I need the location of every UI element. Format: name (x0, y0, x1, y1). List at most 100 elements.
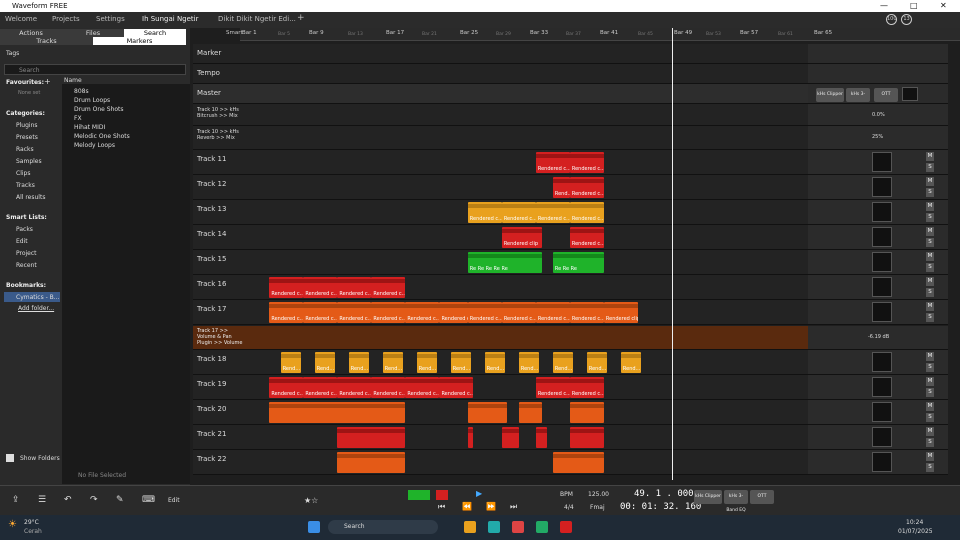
audio-clip[interactable]: Rendered c... (371, 377, 406, 398)
tempo-track[interactable]: Tempo (193, 64, 808, 84)
category-plugins[interactable]: Plugins (16, 122, 38, 129)
forward-icon[interactable]: ⏩ (486, 502, 496, 511)
audio-clip[interactable]: Rendered c... (535, 377, 570, 398)
audio-clip[interactable]: Rend... (620, 352, 641, 373)
audio-clip[interactable] (569, 402, 604, 423)
audio-clip[interactable]: Rendered c... (405, 302, 440, 323)
menu-icon[interactable]: ☰ (38, 495, 46, 505)
segment-search[interactable]: Search (124, 29, 186, 37)
bookmark-cymatics[interactable]: Cymatics - B... (4, 292, 60, 302)
minimize-button[interactable]: — (880, 1, 888, 10)
mute-button[interactable]: M (926, 227, 934, 236)
key-signature[interactable]: Fmaj (590, 504, 605, 511)
solo-button[interactable]: S (926, 313, 934, 322)
audio-clip[interactable] (337, 427, 406, 448)
audio-clip[interactable]: Rendered c... (371, 277, 406, 298)
audio-clip[interactable] (552, 452, 604, 473)
smart-list-project[interactable]: Project (16, 250, 37, 257)
folder-item[interactable]: FX (74, 115, 82, 122)
solo-button[interactable]: S (926, 238, 934, 247)
segment-tracks[interactable]: Tracks (0, 37, 93, 45)
audio-clip[interactable]: Rendered c... (569, 202, 604, 223)
track-row[interactable]: Track 19 Rendered c... Rendered c... Render… (193, 375, 808, 400)
audio-clip[interactable]: Rend... (552, 177, 570, 198)
mute-button[interactable]: M (926, 252, 934, 261)
solo-button[interactable]: S (926, 188, 934, 197)
category-samples[interactable]: Samples (16, 158, 42, 165)
bpm-value[interactable]: 125.00 (588, 491, 609, 498)
folder-item[interactable]: Drum Loops (74, 97, 110, 104)
audio-clip[interactable] (269, 402, 406, 423)
keyboard-icon[interactable]: ⌨ (142, 495, 155, 505)
star-icon[interactable]: ★☆ (304, 496, 318, 505)
audio-clip[interactable]: Rendered c... (439, 377, 474, 398)
segment-files[interactable]: Files (62, 29, 124, 37)
audio-clip[interactable]: Rendered c... (501, 302, 536, 323)
maximize-button[interactable]: □ (910, 1, 918, 10)
audio-clip[interactable]: Rend... (450, 352, 471, 373)
time-signature[interactable]: 4/4 (564, 504, 574, 511)
mute-button[interactable]: M (926, 402, 934, 411)
track-row[interactable]: Track 16 Rendered c... Rendered c... Render… (193, 275, 808, 300)
show-folders-checkbox[interactable] (6, 454, 14, 462)
audio-clip[interactable]: Rendered c... (569, 152, 604, 173)
category-tracks[interactable]: Tracks (16, 182, 35, 189)
undo-icon[interactable]: ↶ (64, 495, 72, 505)
audio-clip[interactable]: Rendered c... (467, 302, 502, 323)
add-folder-link[interactable]: Add folder... (18, 305, 54, 312)
end-icon[interactable]: ⏭ (510, 502, 517, 512)
plugin-khs-3band-eq[interactable]: kHs 3-Band EQ (846, 88, 870, 111)
mute-button[interactable]: M (926, 352, 934, 361)
smart-list-packs[interactable]: Packs (16, 226, 33, 233)
windows-start-icon[interactable] (308, 521, 320, 533)
tab-welcome[interactable]: Welcome (5, 15, 37, 23)
audio-clip[interactable]: Rendered c... (337, 302, 372, 323)
audio-clip[interactable]: Rend... (518, 352, 539, 373)
favourites-add-button[interactable]: + (44, 77, 51, 86)
track-row[interactable]: Track 11 Rendered c... Rendered c... (193, 150, 808, 175)
audio-clip[interactable] (535, 427, 548, 448)
solo-button[interactable]: S (926, 363, 934, 372)
folder-item[interactable]: 808s (74, 88, 89, 95)
audio-clip[interactable]: Rendered c... (535, 302, 570, 323)
solo-button[interactable]: S (926, 288, 934, 297)
waveform-icon[interactable] (560, 521, 572, 533)
mute-button[interactable]: M (926, 177, 934, 186)
audio-clip[interactable]: Re Re Re (552, 252, 604, 273)
export-icon[interactable]: ⇪ (12, 495, 20, 505)
mute-button[interactable]: M (926, 302, 934, 311)
audio-clip[interactable]: Rendered c... (569, 227, 604, 248)
audio-clip[interactable]: Re Re Re Re Re (467, 252, 542, 273)
add-tab-button[interactable]: + (297, 13, 305, 23)
marker-track[interactable]: Marker (193, 44, 808, 64)
playhead[interactable] (672, 28, 673, 480)
audio-clip[interactable]: Rendered c... (269, 277, 304, 298)
taskbar-search[interactable]: Search (328, 520, 438, 534)
tab-settings[interactable]: Settings (96, 15, 125, 23)
master-track[interactable]: Master (193, 84, 808, 104)
audio-clip[interactable] (467, 427, 474, 448)
category-clips[interactable]: Clips (16, 170, 30, 177)
solo-button[interactable]: S (926, 213, 934, 222)
folder-item[interactable]: Melody Loops (74, 142, 115, 149)
audio-clip[interactable] (467, 402, 508, 423)
audio-clip[interactable]: Rend... (280, 352, 301, 373)
category-presets[interactable]: Presets (16, 134, 38, 141)
audio-clip[interactable]: Rendered c... (303, 277, 338, 298)
plugin-khs-clipper[interactable]: kHs Clipper (694, 490, 722, 504)
solo-button[interactable]: S (926, 263, 934, 272)
audio-clip[interactable]: Rendered c... (535, 202, 570, 223)
audio-clip[interactable]: Rendered c... (269, 302, 304, 323)
record-button[interactable] (436, 490, 448, 500)
audio-clip[interactable]: Rendered c... (569, 177, 604, 198)
plugin-khs-clipper[interactable]: kHs Clipper (816, 88, 844, 102)
category-all-results[interactable]: All results (16, 194, 45, 201)
track-row[interactable]: Track 18 Rend... Rend... Rend... Rend... Rend… (193, 350, 808, 375)
solo-button[interactable]: S (926, 463, 934, 472)
audio-clip[interactable]: Rendered c... (405, 377, 440, 398)
audio-clip[interactable]: Rendered c... (467, 202, 502, 223)
audio-clip[interactable]: Rendered c... (569, 302, 604, 323)
audio-clip[interactable] (518, 402, 542, 423)
timeline-ruler[interactable]: Smart Bar 1 Bar 9 Bar 17 Bar 25 Bar 33 B… (226, 28, 960, 41)
search-input[interactable]: Search (4, 64, 186, 75)
